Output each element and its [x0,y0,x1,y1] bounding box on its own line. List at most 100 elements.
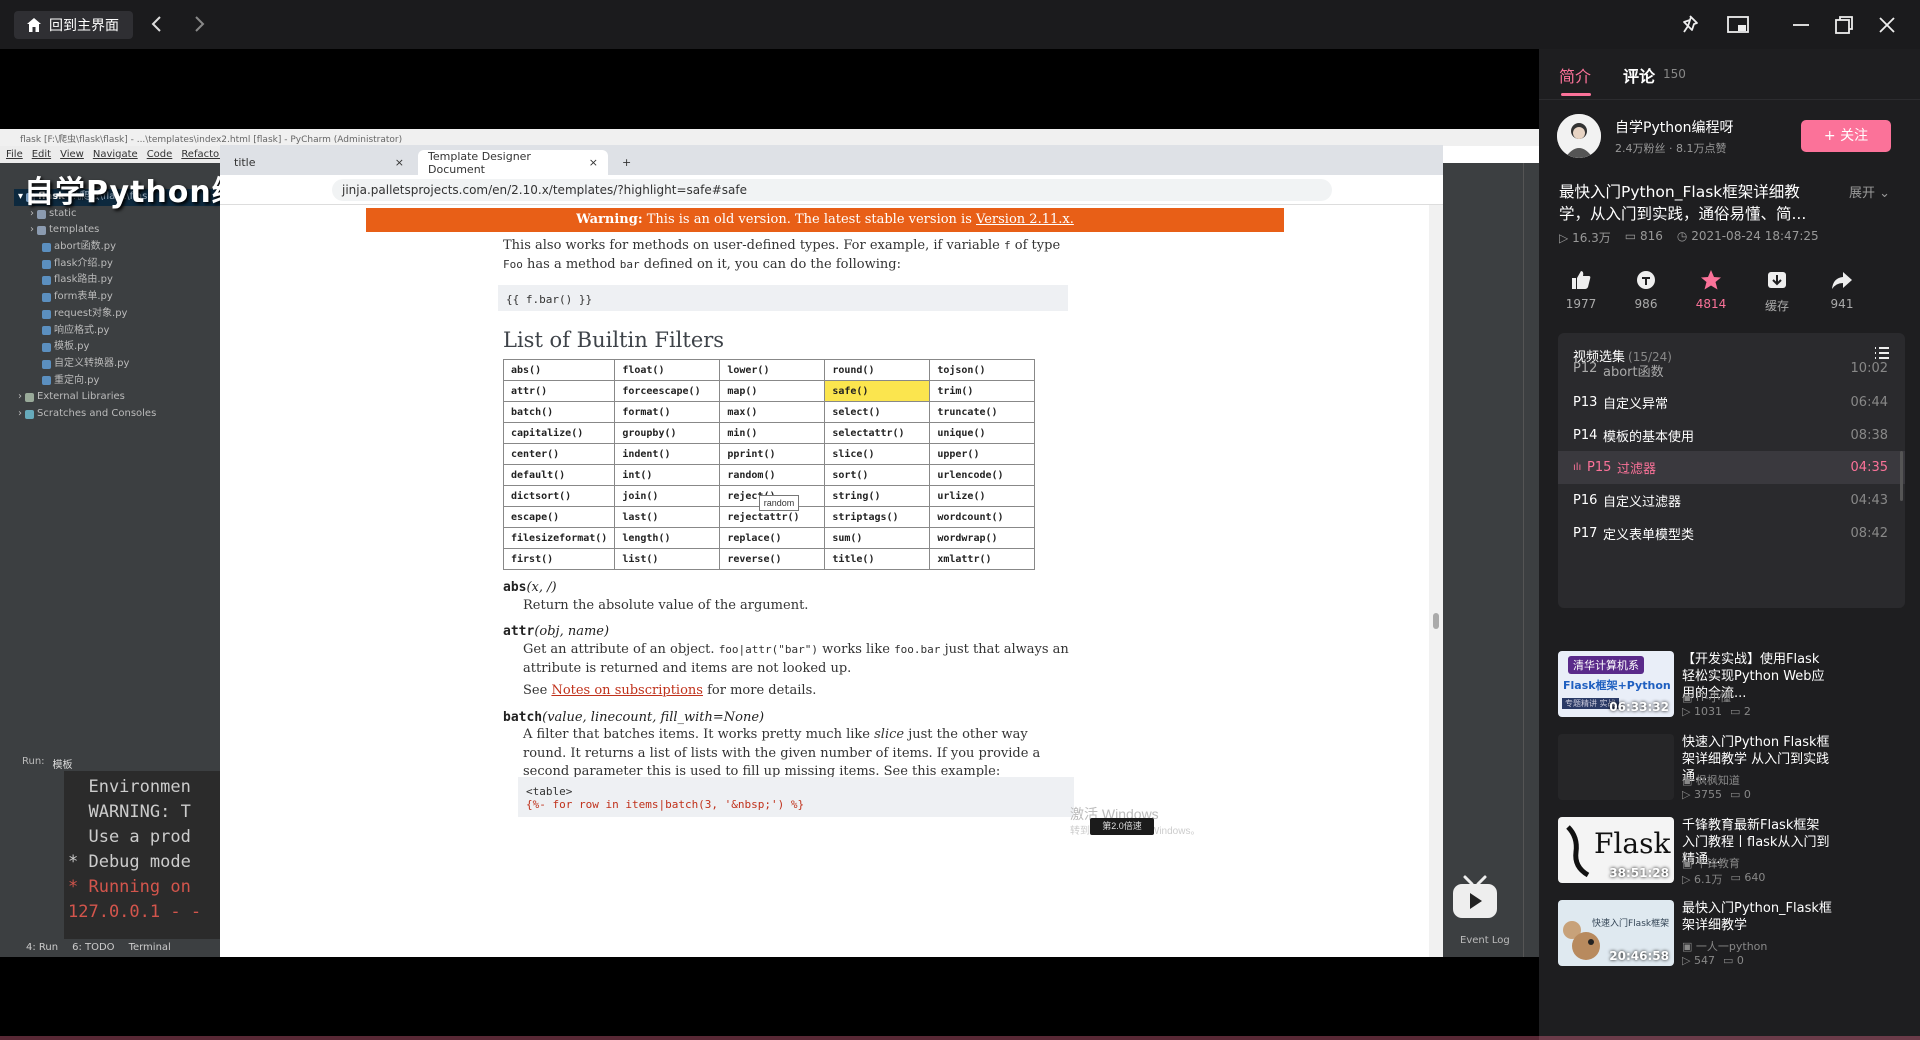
episode-item[interactable]: P14 模板的基本使用 08:38 [1558,419,1905,452]
pycharm-bottom-tabs: 4: Run 6: TODO Terminal [0,939,220,957]
video-duration: 06:33:32 [1609,700,1669,714]
video-thumbnail: 清华计算机系 Flask框架+Python 专题精讲 实战 06:33:32 [1558,651,1674,717]
batch-signature: batch(value, linecount, fill_with=None) [503,710,765,725]
minimize-icon[interactable] [1788,12,1814,38]
download-icon [1768,272,1786,288]
recommended-video[interactable]: 快速入门Flask框架 20:46:58 最快入门Python_Flask框架详… [1558,900,1908,967]
play-count-icon: ▷ [1559,231,1569,245]
tree-file: 模板.py [14,339,220,356]
uploader-icon: ▣ [1682,940,1693,953]
play-count-icon: ▷ [1682,954,1691,967]
pin-icon[interactable] [1680,12,1706,38]
menu-navigate: Navigate [92,149,138,160]
filter-cell: tojson() [929,359,1036,381]
episode-item[interactable]: P17 定义表单模型类 08:42 [1558,517,1905,550]
doc-page: Warning: This is an old version. The lat… [220,205,1443,957]
filter-cell: center() [502,443,616,465]
like-button[interactable]: 1977 [1556,263,1606,311]
uploader-name[interactable]: 自学Python编程呀 [1615,117,1734,137]
video-title: 最快入门Python_Flask框架详细教学，从入门到实践，通俗易懂、简... [1559,183,1807,223]
uploader-icon: ▣ [1682,857,1693,870]
filter-cell: upper() [929,443,1036,465]
video-meta: ▷ 16.3万 ▭ 816 ◷ 2021-08-24 18:47:25 [1559,229,1819,246]
home-button[interactable]: 回到主界面 [14,11,133,39]
video-author: ▣ 枫枫知道 [1682,774,1740,787]
filter-cell: round() [824,359,931,381]
filter-cell: safe() [824,380,931,402]
avatar[interactable] [1557,114,1601,158]
coin-button[interactable]: 986 [1621,263,1671,311]
version-warning: Warning: This is an old version. The lat… [366,208,1284,232]
episode-item[interactable]: P13 自定义异常 06:44 [1558,386,1905,419]
filter-cell: replace() [719,527,826,549]
video-title: 最快入门Python_Flask框架详细教学 [1682,901,1832,933]
filter-cell: list() [614,548,721,570]
filter-cell: striptags() [824,506,931,528]
filter-cell: abs() [502,359,616,381]
avatar-image [1557,114,1601,158]
video-author: ▣ 一人一python [1682,940,1768,953]
close-icon[interactable] [1874,12,1900,38]
menu-refactor: Refactor [181,149,224,160]
recommended-video[interactable]: 快速入门Python Flask框架详细教学 从入门到实践 通... ▣ 枫枫知… [1558,734,1908,801]
pycharm-left-strip [0,163,14,957]
forward-arrow-icon[interactable] [187,12,211,36]
filter-cell: capitalize() [502,422,616,444]
back-arrow-icon[interactable] [145,12,169,36]
filter-cell: truncate() [929,401,1036,423]
event-log: Event Log [1460,935,1510,946]
follow-button[interactable]: + 关注 [1801,120,1891,152]
favorite-button[interactable]: 4814 [1686,263,1736,311]
episode-list: 视频选集 (15/24) P12 abort函数 10:02 P13 自定义异常 06:4… [1558,333,1905,608]
filter-cell: last() [614,506,721,528]
bilibili-tv-icon[interactable] [1448,871,1502,925]
filters-row: filesizeformat() length() replace() sum() wo… [502,527,1036,549]
tab-intro[interactable]: 简介 [1559,63,1591,87]
play-count-icon: ▷ [1682,788,1691,801]
divider [1539,99,1920,100]
filter-cell: urlencode() [929,464,1036,486]
video-thumbnail: 快速入门Flask框架 20:46:58 [1558,900,1674,966]
url-field: jinja.palletsprojects.com/en/2.10.x/temp… [332,179,1332,201]
list-view-icon[interactable] [1873,344,1891,362]
expand-button[interactable]: 展开 ⌄ [1849,182,1890,201]
filter-cell: wordcount() [929,506,1036,528]
mini-window-icon[interactable] [1725,12,1751,38]
pycharm-titlebar: flask [F:\爬虫\flask\flask] - ...\template… [0,129,1539,146]
filters-row: center() indent() pprint() slice() upper() [502,443,1036,465]
share-button[interactable]: 941 [1817,263,1867,311]
recommended-video[interactable]: 清华计算机系 Flask框架+Python 专题精讲 实战 06:33:32 【… [1558,651,1908,718]
filters-row: batch() format() max() select() truncate() [502,401,1036,423]
filter-cell: sort() [824,464,931,486]
uploader-icon: ▣ [1682,691,1693,704]
filter-cell: title() [824,548,931,570]
thumb-text-top: 清华计算机系 [1568,656,1644,674]
tooltip: random [759,495,799,511]
video-player[interactable]: flask [F:\爬虫\flask\flask] - ...\template… [0,49,1539,1040]
progress-bar[interactable] [0,1036,1920,1040]
episode-item[interactable]: P16 自定义过滤器 04:43 [1558,484,1905,517]
episode-item-active[interactable]: ılı P15 过滤器 04:35 [1558,451,1905,484]
filter-cell: map() [719,380,826,402]
download-button[interactable]: 缓存 [1752,263,1802,314]
attr-signature: attr(obj, name) [503,624,610,639]
video-stats: ▷ 6.1万 ▭ 640 [1682,871,1766,886]
tab-comments[interactable]: 评论 [1623,63,1655,87]
restore-icon[interactable] [1831,12,1857,38]
episode-item[interactable]: P12 abort函数 10:02 [1558,361,1905,377]
filter-cell: min() [719,422,826,444]
filter-cell: unique() [929,422,1036,444]
tree-file: request对象.py [14,306,220,323]
video-stats: ▷ 3755 ▭ 0 [1682,788,1751,801]
tree-file: 自定义转换器.py [14,356,220,373]
recommended-video[interactable]: Flask 38:51:28 千锋教育最新Flask框架入门教程丨flask从入… [1558,817,1908,886]
abs-description: Return the absolute value of the argumen… [523,598,809,613]
episode-scrollbar[interactable] [1900,451,1903,501]
filter-cell: max() [719,401,826,423]
like-icon [1572,271,1591,289]
filter-cell: select() [824,401,931,423]
play-count-icon: ▷ [1682,705,1691,718]
filter-cell: default() [502,464,616,486]
sidebar: 简介 评论 150 自学Python编程呀 2.4万粉丝 · 8.1万点赞 + … [1539,49,1920,1040]
thumb-word: Flask [1594,827,1671,860]
